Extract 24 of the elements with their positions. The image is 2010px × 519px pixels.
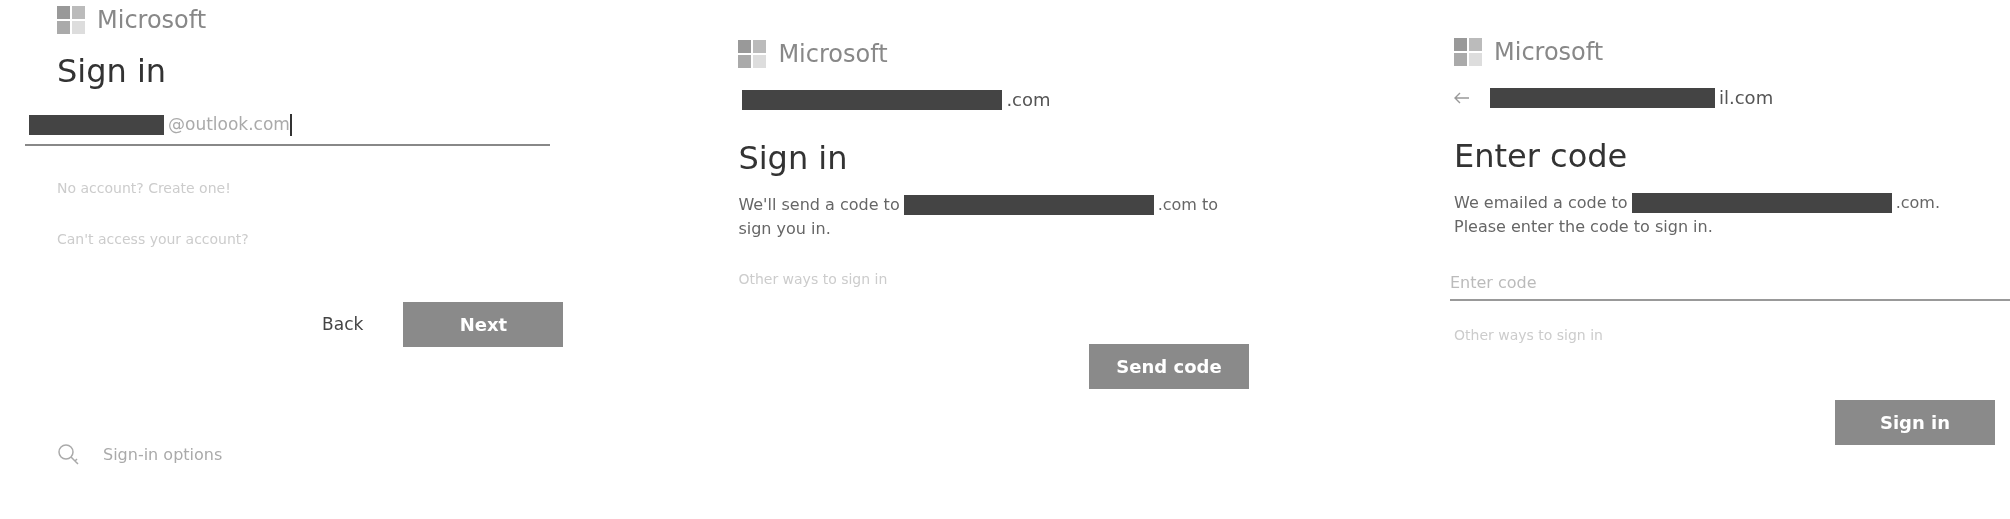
logo-text: Microsoft	[1494, 37, 1604, 68]
logo-icon	[57, 6, 85, 34]
sign-in-options-link[interactable]: Sign-in options	[103, 442, 223, 467]
back-arrow-icon[interactable]	[1454, 91, 1470, 104]
email-field[interactable]: @outlook.com	[25, 112, 550, 146]
logo-text: Microsoft	[778, 39, 888, 70]
back-button[interactable]: Back	[322, 311, 364, 338]
page-title: Sign in	[738, 139, 849, 178]
email-text: il.com	[1719, 86, 1774, 110]
message-text: sign you in.	[738, 218, 832, 241]
send-code-button[interactable]: Send code	[1089, 344, 1249, 390]
page-title: Enter code	[1454, 137, 1629, 176]
message-text: .com.	[1895, 192, 1940, 215]
message-text: .com to	[1157, 194, 1219, 217]
page-title: Sign in	[57, 52, 168, 91]
logo-icon	[738, 40, 767, 68]
sign-in-button[interactable]: Sign in	[1835, 400, 1995, 446]
message-text: Please enter the code to sign in.	[1454, 216, 1714, 239]
logo-icon	[1454, 38, 1482, 66]
message-text: We emailed a code to	[1454, 192, 1628, 215]
next-button[interactable]: Next	[403, 301, 564, 347]
logo-text: Microsoft	[97, 5, 207, 36]
email-text: .com	[1006, 88, 1051, 112]
message-text: We'll send a code to	[738, 194, 900, 217]
